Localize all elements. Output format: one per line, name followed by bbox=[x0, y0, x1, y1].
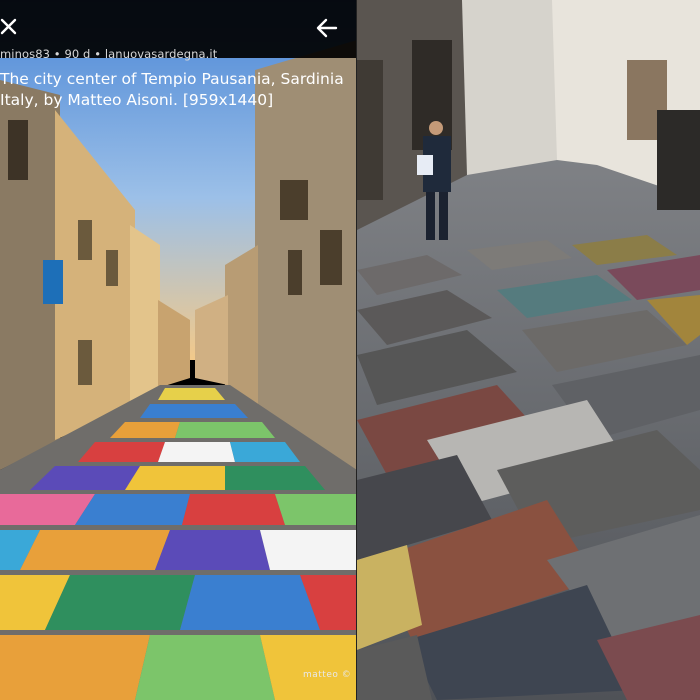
back-button[interactable] bbox=[314, 14, 342, 42]
post-title-line: Italy, by Matteo Aisoni. [959x1440] bbox=[0, 91, 274, 109]
image-viewer: minos83 • 90 d • lanuovasardegna.it The … bbox=[0, 0, 700, 700]
post-image-right bbox=[357, 0, 700, 700]
post-title-line: The city center of Tempio Pausania, Sard… bbox=[0, 70, 344, 88]
close-icon bbox=[0, 18, 17, 35]
meta-separator: • bbox=[90, 47, 105, 61]
post-domain[interactable]: lanuovasardegna.it bbox=[105, 47, 217, 61]
post-image-left: minos83 • 90 d • lanuovasardegna.it The … bbox=[0, 0, 357, 700]
photo-watermark: matteo © bbox=[303, 670, 352, 680]
arrow-left-icon bbox=[316, 18, 338, 38]
street-photo-wet bbox=[357, 0, 700, 700]
post-age: 90 d bbox=[64, 47, 91, 61]
post-meta: minos83 • 90 d • lanuovasardegna.it bbox=[0, 47, 357, 61]
meta-separator: • bbox=[50, 47, 65, 61]
close-button[interactable] bbox=[0, 14, 24, 42]
post-author[interactable]: minos83 bbox=[0, 47, 50, 61]
post-title: The city center of Tempio Pausania, Sard… bbox=[0, 69, 357, 111]
